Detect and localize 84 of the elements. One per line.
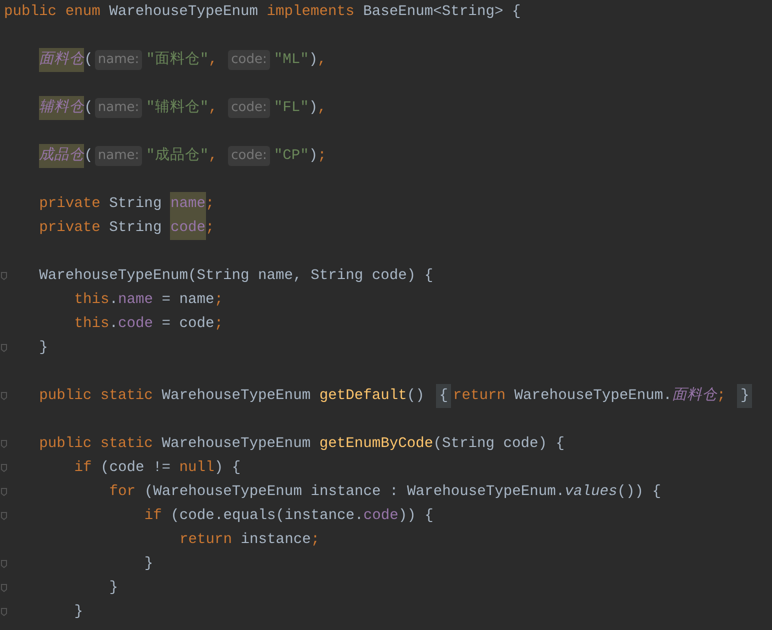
code-token: ; — [310, 531, 320, 550]
code-token: return — [452, 387, 507, 406]
string-literal: "成品仓" — [146, 146, 209, 166]
highlighted-constant: 辅料仓 — [39, 96, 84, 120]
method-name: getEnumByCode — [319, 435, 434, 454]
parameter-hint: name: — [94, 98, 142, 118]
code-token: code — [118, 315, 154, 334]
code-token: ) — [308, 147, 318, 166]
code-token: , — [208, 99, 218, 118]
string-literal: "面料仓" — [146, 50, 209, 70]
code-token: } — [144, 555, 154, 574]
code-token: , — [208, 51, 218, 70]
method-name: getDefault — [319, 387, 407, 406]
code-token: ; — [206, 219, 214, 238]
code-token: , — [318, 99, 326, 118]
code-token: ; — [318, 147, 326, 166]
code-token: WarehouseTypeEnum — [162, 387, 312, 406]
code-token: name — [118, 291, 154, 310]
code-token: = name — [160, 291, 214, 310]
code-token: enum — [65, 3, 102, 22]
code-token: for — [109, 483, 137, 502]
code-token: , — [208, 147, 218, 166]
code-token: } — [39, 339, 48, 358]
code-token: public static — [39, 435, 154, 454]
code-token: this — [74, 315, 110, 334]
string-literal: "CP" — [274, 147, 309, 166]
code-token: WarehouseTypeEnum — [162, 435, 312, 454]
code-token: instance — [240, 531, 311, 550]
code-token: String — [109, 195, 163, 214]
highlighted-constant: 面料仓 — [39, 48, 84, 72]
code-token: code — [363, 507, 398, 526]
code-token: null — [179, 459, 214, 478]
highlighted-brace: } — [737, 384, 752, 408]
code-token: public — [4, 3, 58, 22]
string-literal: "FL" — [274, 99, 309, 118]
code-token: () — [406, 387, 426, 406]
code-token: WarehouseTypeEnum. — [514, 387, 672, 406]
code-token: implements — [266, 3, 356, 22]
code-token: this — [74, 291, 110, 310]
code-token: if — [74, 459, 93, 478]
code-token: private — [39, 195, 102, 214]
code-token: } — [74, 603, 83, 622]
parameter-hint: name: — [94, 50, 142, 70]
code-token: (WarehouseTypeEnum instance : WarehouseTypeEnum. — [144, 483, 565, 502]
code-token: WarehouseTypeEnum — [109, 3, 259, 22]
code-token: ; — [214, 291, 224, 310]
code-token: private — [39, 219, 102, 238]
code-token: ( — [84, 100, 93, 118]
highlighted-field: code — [170, 216, 206, 240]
code-token: ; — [206, 195, 214, 214]
code-token: ) — [308, 99, 318, 118]
code-token: ) { — [214, 459, 241, 478]
code-token: ()) { — [617, 483, 662, 502]
code-token: (String code) { — [433, 435, 565, 454]
code-token: (code.equals(instance. — [170, 507, 364, 526]
code-token: WarehouseTypeEnum(String name, String code) { — [39, 267, 434, 286]
highlighted-field: name — [170, 192, 206, 216]
highlighted-brace: { — [436, 384, 451, 408]
code-token: } — [109, 579, 118, 598]
code-token: BaseEnum<String> { — [363, 3, 521, 22]
code-token: return — [179, 531, 234, 550]
string-literal: "ML" — [274, 51, 309, 70]
code-token: String — [109, 219, 163, 238]
parameter-hint: code: — [228, 146, 270, 166]
code-token: ) — [308, 51, 318, 70]
code-token: ( — [84, 52, 93, 70]
code-token: 面料仓 — [672, 386, 717, 406]
code-token: if — [144, 507, 163, 526]
parameter-hint: code: — [228, 50, 270, 70]
code-token: . — [109, 315, 118, 334]
parameter-hint: code: — [228, 98, 270, 118]
code-token: values — [564, 483, 618, 502]
code-token: )) { — [398, 507, 434, 526]
code-token: (code != — [100, 459, 172, 478]
code-token: public static — [39, 387, 154, 406]
code-token: ; — [214, 315, 224, 334]
parameter-hint: name: — [94, 146, 142, 166]
string-literal: "辅料仓" — [146, 98, 209, 118]
highlighted-constant: 成品仓 — [39, 144, 84, 168]
code-token: = code — [160, 315, 214, 334]
code-token: , — [318, 51, 326, 70]
code-token: ( — [84, 148, 93, 166]
code-token: ; — [716, 388, 727, 406]
code-token: . — [109, 291, 118, 310]
